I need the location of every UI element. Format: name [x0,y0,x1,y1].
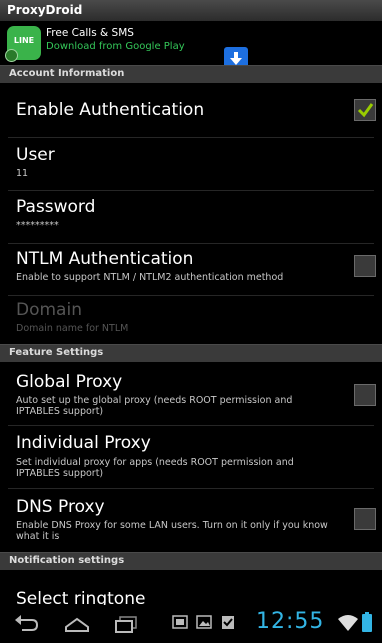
pref-title: Password [16,197,96,217]
system-navigation-bar: 12:55 [0,605,382,643]
pref-title: DNS Proxy [16,497,105,517]
global-proxy-checkbox[interactable] [354,384,376,406]
gallery-icon [172,615,188,629]
pref-ntlm-authentication[interactable]: NTLM Authentication Enable to support NT… [0,244,382,295]
pref-summary: Domain name for NTLM [16,323,129,334]
recents-icon[interactable] [114,614,140,634]
dns-proxy-checkbox[interactable] [354,508,376,530]
pref-summary: Auto set up the global proxy (needs ROOT… [16,395,293,417]
ntlm-checkbox[interactable] [354,255,376,277]
app-title: ProxyDroid [7,3,83,17]
section-header-label: Feature Settings [9,347,104,358]
status-clock: 12:55 [256,609,325,634]
pref-title: Individual Proxy [16,433,151,453]
section-header-notification: Notification settings [0,552,382,570]
pref-password[interactable]: Password ********* [0,191,382,243]
pref-title: Global Proxy [16,372,123,392]
pref-title: Select ringtone [16,589,146,605]
pref-select-ringtone[interactable]: Select ringtone [0,570,382,605]
ad-info-icon [5,49,18,62]
clipboard-check-icon [222,616,234,629]
ad-logo-text: LINE [13,36,35,45]
pref-user[interactable]: User 11 [0,138,382,190]
pref-summary: Enable to support NTLM / NTLM2 authentic… [16,272,284,283]
battery-icon [362,612,372,632]
ad-subtitle: Download from Google Play [46,41,185,52]
pref-enable-authentication[interactable]: Enable Authentication [0,83,382,137]
pref-title: Enable Authentication [16,100,205,120]
pref-title: User [16,145,55,165]
line-logo-icon: LINE [5,26,41,62]
enable-authentication-checkbox[interactable] [354,99,376,121]
wifi-icon [338,615,358,631]
ad-banner[interactable]: LINE Free Calls & SMS Download from Goog… [0,21,382,71]
ad-title: Free Calls & SMS [46,27,134,39]
pref-title: NTLM Authentication [16,249,194,269]
pref-title: Domain [16,300,82,320]
pref-individual-proxy[interactable]: Individual Proxy Set individual proxy fo… [0,426,382,488]
pref-domain: Domain Domain name for NTLM [0,296,382,344]
home-icon[interactable] [64,614,90,634]
pref-dns-proxy[interactable]: DNS Proxy Enable DNS Proxy for some LAN … [0,489,382,552]
section-header-account: Account Information [0,65,382,83]
back-icon[interactable] [14,614,40,634]
image-icon [196,615,212,629]
pref-summary: Set individual proxy for apps (needs ROO… [16,457,294,479]
checkmark-icon [357,103,374,118]
password-value: ********* [16,220,59,231]
section-header-feature: Feature Settings [0,344,382,362]
pref-global-proxy[interactable]: Global Proxy Auto set up the global prox… [0,362,382,425]
section-header-label: Account Information [9,68,125,79]
user-value: 11 [16,168,29,179]
app-title-bar: ProxyDroid [0,0,382,22]
pref-summary: Enable DNS Proxy for some LAN users. Tur… [16,520,328,542]
section-header-label: Notification settings [9,555,125,566]
download-arrow-icon [230,52,242,65]
